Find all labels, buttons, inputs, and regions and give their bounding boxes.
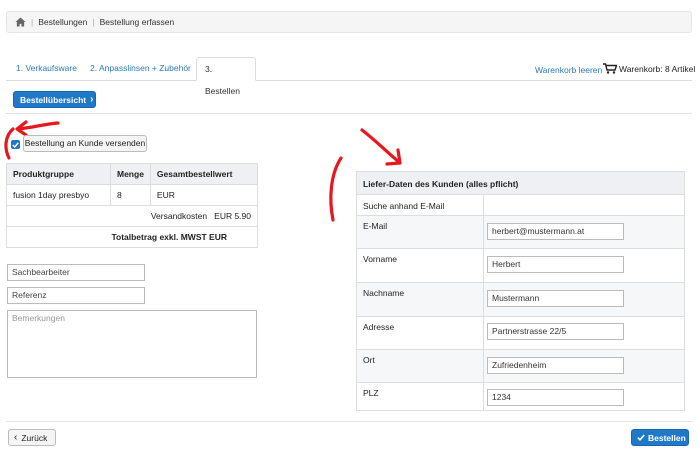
firstname-field[interactable]: Herbert xyxy=(487,256,624,273)
divider xyxy=(6,421,692,422)
cell-product-group: fusion 1day presbyo xyxy=(6,184,111,206)
cart-count: Warenkorb: 8 Artikel xyxy=(619,63,696,74)
back-button[interactable]: ‹ Zurück xyxy=(8,429,56,446)
delivery-row-zip: PLZ 1234 xyxy=(357,382,684,410)
delivery-panel-title: Liefer-Daten des Kunden (alles pflicht) xyxy=(357,172,684,194)
order-summary-table: Produktgruppe Menge Gesamtbestellwert fu… xyxy=(6,163,259,248)
delivery-row-address: Adresse Partnerstrasse 22/5 xyxy=(357,316,684,349)
delivery-search-row: Suche anhand E-Mail xyxy=(357,194,684,215)
checkmark-icon xyxy=(637,434,645,441)
city-field[interactable]: Zufriedenheim xyxy=(487,357,624,374)
shipping-row: Versandkosten EUR 5.90 xyxy=(6,205,258,227)
zip-field[interactable]: 1234 xyxy=(487,389,624,406)
send-to-customer-button[interactable]: Bestellung an Kunde versenden xyxy=(23,135,147,152)
send-to-customer-checkbox[interactable] xyxy=(11,140,20,149)
search-by-email-label: Suche anhand E-Mail xyxy=(363,201,445,211)
order-overview-label: Bestellübersicht xyxy=(20,94,87,105)
clerk-input[interactable]: Sachbearbeiter xyxy=(7,264,145,281)
clear-cart-link[interactable]: Warenkorb leeren xyxy=(535,65,602,75)
checkmark-icon xyxy=(12,141,19,148)
delivery-row-firstname: Vorname Herbert xyxy=(357,248,684,282)
table-row: fusion 1day presbyo 8 EUR xyxy=(6,184,259,206)
back-button-label: Zurück xyxy=(21,432,48,443)
cell-total: EUR xyxy=(149,184,259,206)
total-row: Totalbetrag exkl. MWST EUR xyxy=(6,226,258,248)
total-amount: Totalbetrag exkl. MWST EUR xyxy=(6,226,258,248)
lastname-label: Nachname xyxy=(363,288,405,298)
city-label: Ort xyxy=(363,355,375,365)
firstname-label: Vorname xyxy=(363,254,398,264)
table-header-row: Produktgruppe Menge Gesamtbestellwert xyxy=(6,163,259,185)
breadcrumb-separator: | xyxy=(92,17,95,27)
address-field[interactable]: Partnerstrasse 22/5 xyxy=(487,323,624,340)
home-icon[interactable] xyxy=(15,17,26,27)
shipping-cost: Versandkosten EUR 5.90 xyxy=(6,205,258,227)
delivery-row-email: E-Mail herbert@mustermann.at xyxy=(357,215,684,248)
chevron-left-icon: ‹ xyxy=(14,432,18,443)
lastname-field[interactable]: Mustermann xyxy=(487,290,624,307)
cell-quantity: 8 xyxy=(110,184,151,206)
column-header-quantity: Menge xyxy=(110,163,151,185)
reference-input[interactable]: Referenz xyxy=(7,287,145,304)
zip-label: PLZ xyxy=(363,388,379,398)
breadcrumb: | Bestellungen | Bestellung erfassen xyxy=(6,11,692,33)
breadcrumb-separator: | xyxy=(31,17,34,27)
delivery-row-lastname: Nachname Mustermann xyxy=(357,282,684,316)
cart-icon xyxy=(603,63,617,74)
column-header-total: Gesamtbestellwert xyxy=(149,163,259,185)
place-order-label: Bestellen xyxy=(648,432,686,443)
cart-summary[interactable]: Warenkorb: 8 Artikel xyxy=(603,63,695,74)
order-overview-button[interactable]: Bestellübersicht › xyxy=(13,91,96,108)
delivery-panel: Liefer-Daten des Kunden (alles pflicht) … xyxy=(356,171,685,411)
remarks-textarea[interactable]: Bemerkungen xyxy=(7,310,257,378)
tab-verkaufsware[interactable]: 1. Verkaufsware xyxy=(8,57,85,81)
breadcrumb-item-orders[interactable]: Bestellungen xyxy=(38,17,87,27)
place-order-button[interactable]: Bestellen xyxy=(631,429,689,446)
breadcrumb-item-create-order: Bestellung erfassen xyxy=(99,17,175,27)
delivery-row-city: Ort Zufriedenheim xyxy=(357,349,684,382)
tab-bestellen[interactable]: 3. Bestellen xyxy=(196,57,256,96)
email-label: E-Mail xyxy=(363,221,388,231)
email-field[interactable]: herbert@mustermann.at xyxy=(487,223,624,240)
chevron-right-icon: › xyxy=(90,94,94,105)
divider xyxy=(6,113,692,114)
tab-anpasslinsen[interactable]: 2. Anpasslinsen + Zubehör xyxy=(82,57,199,81)
address-label: Adresse xyxy=(363,322,395,332)
column-header-product-group: Produktgruppe xyxy=(6,163,111,185)
